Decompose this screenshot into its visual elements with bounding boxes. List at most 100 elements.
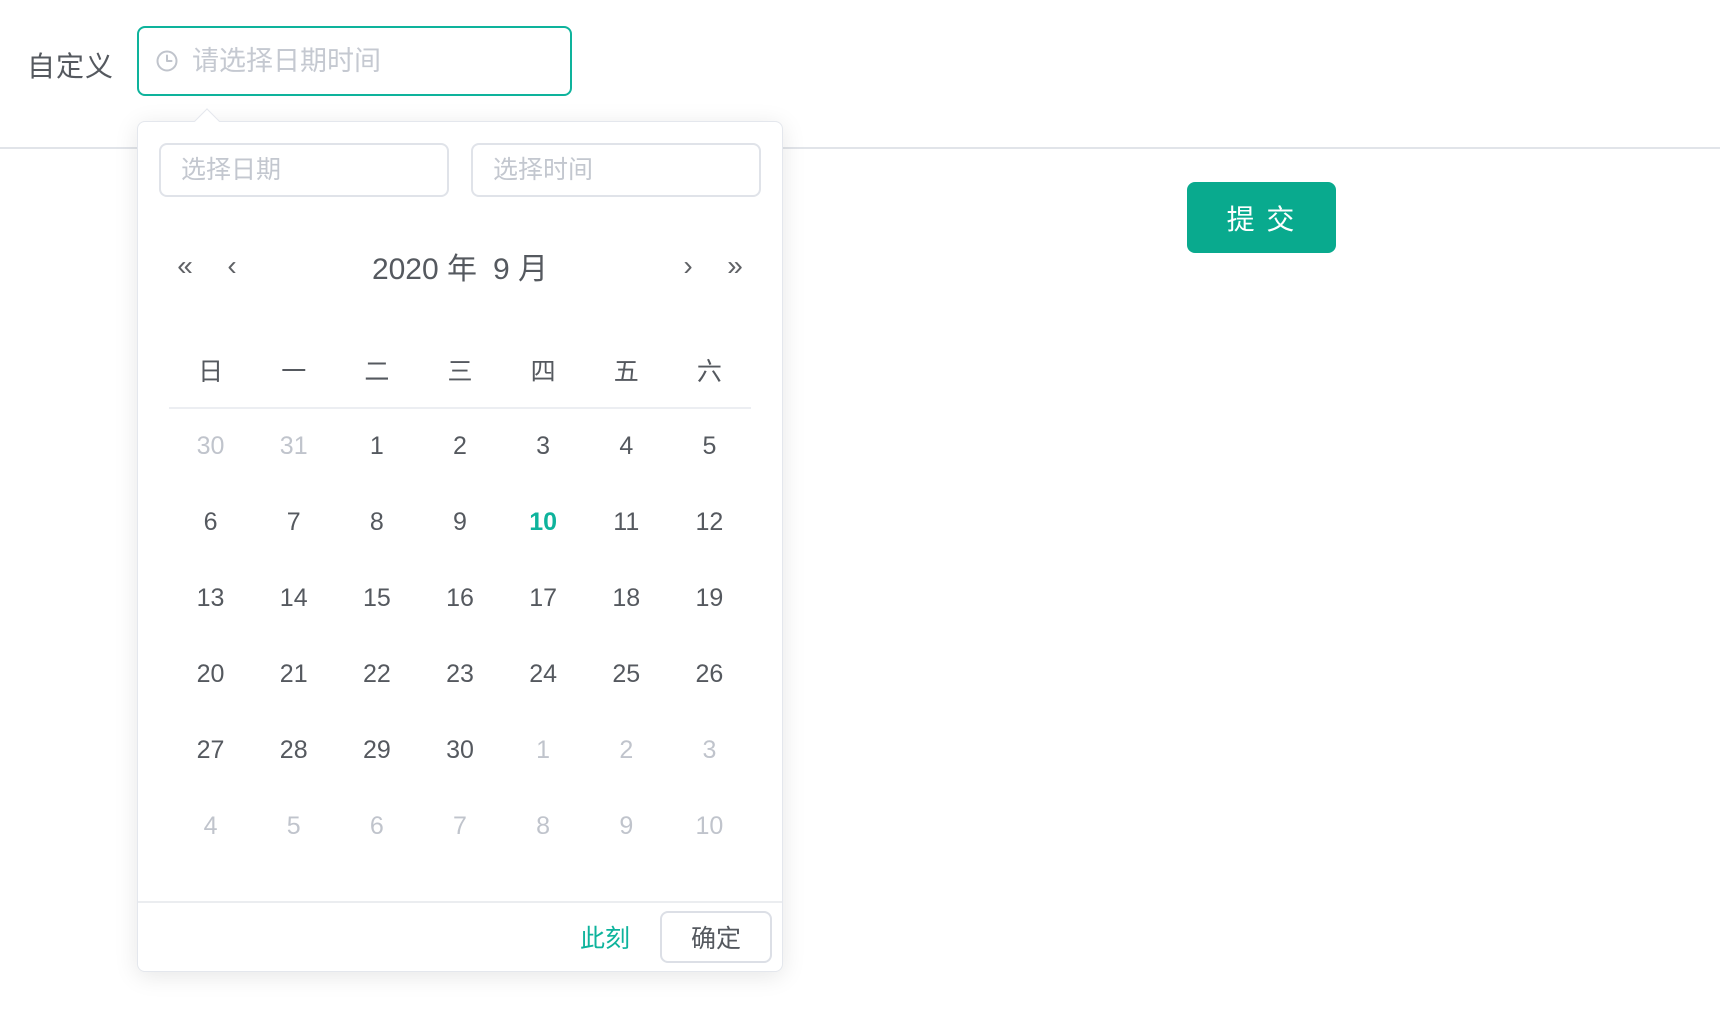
date-cell[interactable]: 13: [169, 560, 252, 636]
clock-icon: [155, 49, 179, 73]
date-label: 19: [696, 584, 724, 612]
date-cell[interactable]: 17: [502, 560, 585, 636]
date-cell[interactable]: 9: [585, 788, 668, 864]
date-label: 9: [619, 812, 633, 840]
date-label: 27: [197, 736, 225, 764]
date-cell[interactable]: 30: [169, 408, 252, 484]
date-cell[interactable]: 25: [585, 636, 668, 712]
date-cell[interactable]: 29: [335, 712, 418, 788]
date-label: 15: [363, 584, 391, 612]
date-label: 14: [280, 584, 308, 612]
date-cell[interactable]: 21: [252, 636, 335, 712]
date-cell[interactable]: 15: [335, 560, 418, 636]
date-cell[interactable]: 5: [252, 788, 335, 864]
now-button[interactable]: 此刻: [574, 919, 636, 955]
date-input-field[interactable]: [181, 156, 427, 185]
submit-button[interactable]: 提 交: [1187, 182, 1336, 253]
date-cell[interactable]: 6: [169, 484, 252, 560]
date-label: 17: [529, 584, 557, 612]
date-cell[interactable]: 26: [668, 636, 751, 712]
date-label: 4: [619, 432, 633, 460]
picker-footer: 此刻 确定: [138, 901, 782, 971]
date-label: 22: [363, 660, 391, 688]
date-label: 5: [287, 812, 301, 840]
custom-range-label: 自定义: [27, 45, 114, 85]
date-cell[interactable]: 31: [252, 408, 335, 484]
date-label: 4: [204, 812, 218, 840]
week-row: 6 7 8 9 10 11 12: [169, 484, 751, 560]
date-cell[interactable]: 3: [668, 712, 751, 788]
week-row: 30 31 1 2 3 4 5: [169, 408, 751, 484]
date-label: 28: [280, 736, 308, 764]
date-input[interactable]: [159, 143, 449, 197]
month-label[interactable]: 9 月: [493, 244, 548, 288]
next-month-button[interactable]: ›: [675, 231, 701, 301]
prev-year-button[interactable]: «: [172, 231, 198, 301]
date-cell[interactable]: 16: [418, 560, 501, 636]
calendar-table: 日 一 二 三 四 五 六 30 31 1 2 3 4 5: [169, 333, 751, 864]
popover-arrow: [194, 108, 219, 133]
date-cell[interactable]: 30: [418, 712, 501, 788]
date-cell[interactable]: 8: [335, 484, 418, 560]
weekday-tue: 二: [335, 333, 418, 408]
week-row: 27 28 29 30 1 2 3: [169, 712, 751, 788]
date-cell[interactable]: 27: [169, 712, 252, 788]
date-cell[interactable]: 2: [418, 408, 501, 484]
weekday-sat: 六: [668, 333, 751, 408]
date-label: 2: [453, 432, 467, 460]
date-label: 23: [446, 660, 474, 688]
weekday-fri: 五: [585, 333, 668, 408]
datetime-input[interactable]: [137, 26, 572, 96]
prev-month-button[interactable]: ‹: [219, 231, 245, 301]
date-label: 10: [529, 508, 557, 536]
time-input-field[interactable]: [493, 156, 739, 185]
weekday-sun: 日: [169, 333, 252, 408]
date-label: 26: [696, 660, 724, 688]
date-label: 3: [536, 432, 550, 460]
date-label: 29: [363, 736, 391, 764]
date-cell[interactable]: 23: [418, 636, 501, 712]
date-cell[interactable]: 10: [668, 788, 751, 864]
year-label[interactable]: 2020 年: [372, 244, 477, 288]
datetime-input-field[interactable]: [192, 46, 554, 77]
date-label: 8: [536, 812, 550, 840]
date-cell[interactable]: 12: [668, 484, 751, 560]
date-label: 18: [612, 584, 640, 612]
date-cell[interactable]: 20: [169, 636, 252, 712]
date-label: 25: [612, 660, 640, 688]
weekday-thu: 四: [502, 333, 585, 408]
date-label: 7: [287, 508, 301, 536]
date-cell[interactable]: 19: [668, 560, 751, 636]
date-cell[interactable]: 22: [335, 636, 418, 712]
calendar-header: « ‹ 2020 年 9 月 › »: [138, 231, 782, 301]
weekday-row: 日 一 二 三 四 五 六: [169, 333, 751, 408]
date-cell[interactable]: 3: [502, 408, 585, 484]
date-cell[interactable]: 24: [502, 636, 585, 712]
date-cell[interactable]: 14: [252, 560, 335, 636]
weekday-wed: 三: [418, 333, 501, 408]
date-cell[interactable]: 2: [585, 712, 668, 788]
confirm-button[interactable]: 确定: [660, 911, 772, 963]
date-cell-selected[interactable]: 10: [502, 484, 585, 560]
date-cell[interactable]: 28: [252, 712, 335, 788]
date-cell[interactable]: 9: [418, 484, 501, 560]
date-label: 10: [696, 812, 724, 840]
date-cell[interactable]: 11: [585, 484, 668, 560]
date-label: 6: [204, 508, 218, 536]
date-label: 1: [370, 432, 384, 460]
date-label: 2: [619, 736, 633, 764]
date-label: 20: [197, 660, 225, 688]
date-cell[interactable]: 7: [418, 788, 501, 864]
date-label: 8: [370, 508, 384, 536]
date-cell[interactable]: 6: [335, 788, 418, 864]
date-cell[interactable]: 8: [502, 788, 585, 864]
date-cell[interactable]: 7: [252, 484, 335, 560]
date-cell[interactable]: 18: [585, 560, 668, 636]
date-cell[interactable]: 5: [668, 408, 751, 484]
date-cell[interactable]: 1: [335, 408, 418, 484]
date-cell[interactable]: 4: [169, 788, 252, 864]
time-input[interactable]: [471, 143, 761, 197]
next-year-button[interactable]: »: [722, 231, 748, 301]
date-cell[interactable]: 1: [502, 712, 585, 788]
date-cell[interactable]: 4: [585, 408, 668, 484]
